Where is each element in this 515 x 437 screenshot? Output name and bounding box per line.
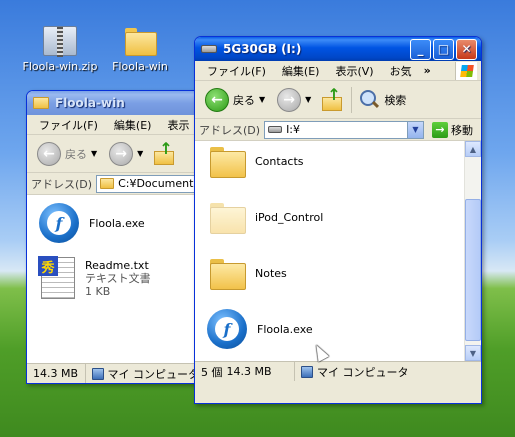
folder-icon: [209, 257, 246, 290]
menu-overflow-chevron-icon[interactable]: »: [420, 64, 435, 77]
file-name: iPod_Control: [255, 210, 324, 224]
file-name: Floola.exe: [89, 216, 145, 230]
file-list[interactable]: Contacts iPod_Control Notes f Floola.exe…: [195, 141, 481, 361]
search-button[interactable]: 検索: [351, 86, 410, 113]
address-label: アドレス(D): [199, 123, 261, 137]
search-label: 検索: [384, 93, 407, 107]
zip-archive-icon: [43, 26, 77, 57]
back-label: 戻る: [65, 147, 87, 161]
back-button[interactable]: ← 戻る ▼: [201, 86, 269, 114]
window-title: 5G30GB (I:): [223, 42, 302, 56]
status-size: 14.3 MB: [27, 364, 86, 383]
file-size: 1 KB: [85, 284, 111, 298]
up-folder-icon[interactable]: [319, 85, 345, 113]
list-item[interactable]: Notes: [209, 257, 287, 290]
menu-file[interactable]: ファイル(F): [199, 63, 274, 79]
file-name: Notes: [255, 266, 287, 280]
status-location: マイ コンピュータ: [86, 364, 206, 383]
file-type: テキスト文書: [85, 271, 151, 285]
folder-icon: [209, 145, 246, 178]
menu-edit[interactable]: 編集(E): [274, 63, 328, 79]
folder-icon: [100, 178, 115, 189]
back-arrow-icon: ←: [37, 141, 61, 166]
file-list[interactable]: f Floola.exe Readme.txt テキスト文書 1 KB: [27, 195, 205, 363]
menu-bar: ファイル(F) 編集(E) 表示(V) お気 »: [195, 61, 481, 81]
file-name: Contacts: [255, 154, 304, 168]
address-label: アドレス(D): [31, 177, 93, 191]
menu-favorites[interactable]: お気: [382, 63, 420, 79]
folder-icon: [123, 26, 157, 56]
address-value: C:¥Documents: [118, 177, 200, 190]
dropdown-arrow-icon: ▼: [259, 95, 266, 104]
file-name: Floola.exe: [257, 322, 313, 336]
window-title: Floola-win: [55, 96, 125, 110]
close-button[interactable]: ✕: [456, 38, 477, 60]
back-arrow-icon: ←: [205, 87, 229, 112]
desktop-icon-label: Floola-win.zip: [22, 60, 98, 73]
scrollbar-thumb[interactable]: [465, 199, 481, 341]
back-button[interactable]: ← 戻る ▼: [33, 140, 101, 168]
title-bar[interactable]: 5G30GB (I:) _ □ ✕: [195, 37, 481, 61]
list-item[interactable]: f Floola.exe: [207, 309, 313, 349]
dropdown-arrow-icon: ▼: [137, 149, 144, 158]
menu-file[interactable]: ファイル(F): [31, 117, 106, 133]
desktop-icon-label: Floola-win: [112, 60, 168, 73]
folder-icon: [33, 97, 49, 109]
back-label: 戻る: [233, 93, 255, 107]
go-button[interactable]: → 移動: [428, 121, 477, 138]
up-folder-icon[interactable]: [151, 139, 177, 167]
menu-edit[interactable]: 編集(E): [106, 117, 160, 133]
windows-logo-icon: [455, 61, 477, 80]
list-item[interactable]: Readme.txt テキスト文書 1 KB: [38, 256, 151, 299]
dropdown-arrow-icon: ▼: [91, 149, 98, 158]
vertical-scrollbar[interactable]: ▲ ▼: [464, 141, 481, 361]
computer-icon: [301, 365, 313, 378]
go-label: 移動: [451, 123, 473, 137]
forward-arrow-icon: →: [277, 87, 302, 112]
dropdown-arrow-icon: ▼: [305, 95, 312, 104]
address-bar: アドレス(D) C:¥Documents: [27, 173, 205, 195]
desktop-icon-floola-zip[interactable]: Floola-win.zip: [20, 26, 100, 73]
menu-view[interactable]: 表示(V): [327, 63, 381, 79]
scroll-up-arrow-icon[interactable]: ▲: [465, 141, 481, 157]
menu-bar: ファイル(F) 編集(E) 表示: [27, 115, 205, 135]
computer-icon: [91, 367, 104, 380]
status-location: マイ コンピュータ: [295, 362, 415, 381]
list-item[interactable]: Contacts: [209, 145, 304, 178]
floola-app-icon: f: [39, 203, 79, 243]
floola-app-icon: f: [207, 309, 247, 349]
address-input[interactable]: C:¥Documents: [96, 174, 201, 193]
explorer-window-floola-win[interactable]: Floola-win ファイル(F) 編集(E) 表示 ← 戻る ▼ → ▼ ア…: [26, 90, 206, 384]
list-item[interactable]: f Floola.exe: [39, 203, 145, 243]
minimize-button[interactable]: _: [410, 38, 431, 60]
forward-button[interactable]: → ▼: [273, 86, 315, 114]
desktop-icon-floola-folder[interactable]: Floola-win: [100, 26, 180, 73]
go-arrow-icon: →: [432, 121, 448, 138]
scroll-down-arrow-icon[interactable]: ▼: [465, 345, 481, 361]
status-bar: 5 個 14.3 MB マイ コンピュータ: [195, 361, 481, 381]
status-bar: 14.3 MB マイ コンピュータ: [27, 363, 205, 383]
toolbar: ← 戻る ▼ → ▼: [27, 135, 205, 173]
text-file-icon: [38, 256, 75, 299]
drive-icon: [201, 45, 217, 53]
drive-icon: [268, 126, 283, 133]
address-dropdown-icon[interactable]: ▼: [407, 121, 423, 138]
maximize-button[interactable]: □: [433, 38, 454, 60]
toolbar: ← 戻る ▼ → ▼ 検索: [195, 81, 481, 119]
search-icon: [358, 89, 380, 111]
file-name: Readme.txt: [85, 258, 149, 272]
list-item[interactable]: iPod_Control: [209, 201, 324, 234]
forward-button[interactable]: → ▼: [105, 140, 147, 168]
status-count-size: 5 個 14.3 MB: [195, 362, 295, 381]
menu-view[interactable]: 表示: [159, 117, 197, 133]
address-input[interactable]: I:¥ ▼: [264, 120, 424, 139]
title-bar[interactable]: Floola-win: [27, 91, 205, 115]
address-bar: アドレス(D) I:¥ ▼ → 移動: [195, 119, 481, 141]
forward-arrow-icon: →: [109, 141, 134, 166]
folder-icon: [209, 201, 246, 234]
explorer-window-ipod-drive[interactable]: 5G30GB (I:) _ □ ✕ ファイル(F) 編集(E) 表示(V) お気…: [194, 36, 482, 404]
address-value: I:¥: [286, 123, 301, 136]
